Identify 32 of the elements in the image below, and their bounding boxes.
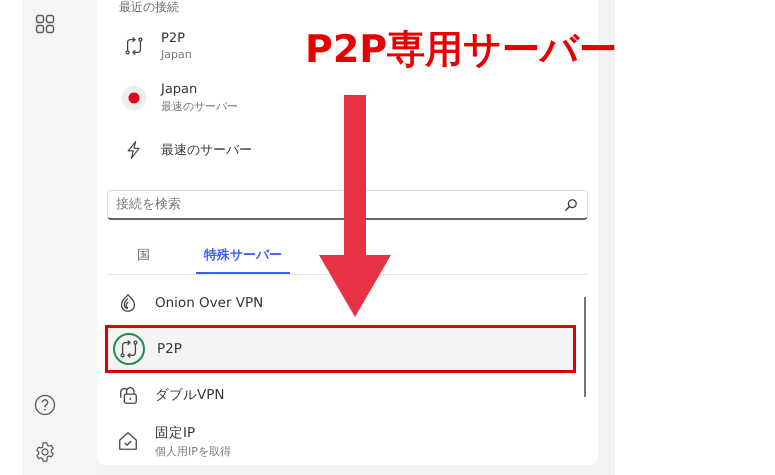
connection-subtitle: 最速のサーバー <box>161 99 238 114</box>
grid-icon[interactable] <box>34 14 54 34</box>
recent-connection[interactable]: 最速のサーバー <box>107 126 260 174</box>
server-name: P2P <box>157 341 182 357</box>
connection-subtitle: Japan <box>161 48 192 61</box>
settings-icon[interactable] <box>34 441 56 463</box>
japan-flag-icon <box>121 85 147 111</box>
search-icon <box>564 198 578 212</box>
tab[interactable]: 特殊サーバー <box>196 246 290 274</box>
scrollbar[interactable] <box>584 297 586 397</box>
connection-title: P2P <box>161 31 186 46</box>
padlock-icon <box>117 384 139 406</box>
help-icon[interactable] <box>34 394 56 416</box>
annotation-title: P2P専用サーバー <box>305 26 618 73</box>
server-row[interactable]: 固定IP 個人用IPを取得 <box>107 419 574 463</box>
recent-connection[interactable]: P2P Japan <box>107 22 200 70</box>
connection-title: Japan <box>161 82 198 97</box>
search-field[interactable]: 接続を検索 <box>107 190 588 220</box>
recent-connection[interactable]: Japan 最速のサーバー <box>107 74 246 122</box>
tab[interactable]: 国 <box>129 246 158 274</box>
server-subtitle: 個人用IPを取得 <box>155 444 231 458</box>
house-check-icon <box>117 430 139 452</box>
section-heading: 最近の接続 <box>118 0 179 14</box>
server-name: ダブルVPN <box>155 386 224 404</box>
p2p-icon <box>118 338 140 360</box>
server-row[interactable]: Onion Over VPN <box>107 281 574 325</box>
p2p-icon <box>123 35 145 57</box>
server-row[interactable]: P2P <box>107 327 574 371</box>
connection-title: 最速のサーバー <box>161 142 252 159</box>
server-row[interactable]: ダブルVPN <box>107 373 574 417</box>
server-name: Onion Over VPN <box>155 295 264 311</box>
server-name: 固定IP <box>155 424 196 442</box>
